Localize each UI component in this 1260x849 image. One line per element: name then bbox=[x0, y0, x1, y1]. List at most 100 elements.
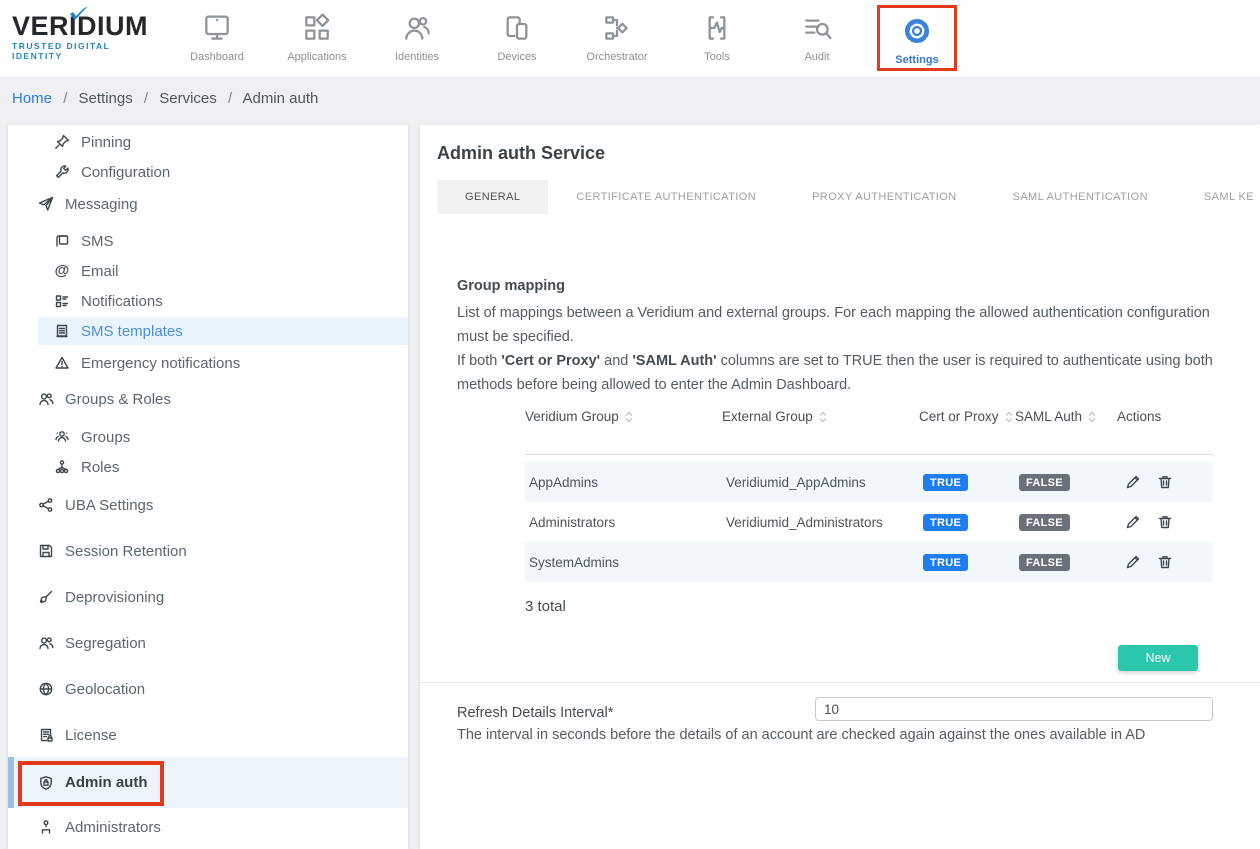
sidebar-item-sms[interactable]: SMS bbox=[8, 226, 408, 256]
column-header-veridium-group[interactable]: Veridium Group bbox=[525, 407, 722, 424]
delete-icon[interactable] bbox=[1157, 514, 1173, 530]
sms-icon bbox=[53, 233, 71, 249]
sidebar-item-label: SMS bbox=[81, 233, 114, 250]
nav-item-orchestrator[interactable]: Orchestrator bbox=[567, 5, 667, 71]
sidebar-item-emergency-notifications[interactable]: Emergency notifications bbox=[8, 348, 408, 378]
sidebar-item-deprovisioning[interactable]: Deprovisioning bbox=[8, 582, 408, 612]
nav-label: Orchestrator bbox=[586, 51, 647, 63]
nav-item-tools[interactable]: Tools bbox=[667, 5, 767, 71]
nav-item-identities[interactable]: Identities bbox=[367, 5, 467, 71]
sidebar-item-administrators[interactable]: Administrators bbox=[8, 812, 408, 842]
breadcrumb-services[interactable]: Services bbox=[159, 90, 217, 107]
nav-item-applications[interactable]: Applications bbox=[267, 5, 367, 71]
nav-label: Applications bbox=[287, 51, 346, 63]
nav-item-devices[interactable]: Devices bbox=[467, 5, 567, 71]
sidebar-item-geolocation[interactable]: Geolocation bbox=[8, 674, 408, 704]
edit-icon[interactable] bbox=[1125, 514, 1141, 530]
column-header-actions: Actions bbox=[1117, 407, 1213, 424]
logo-check-icon bbox=[68, 6, 90, 22]
breadcrumb-current: Admin auth bbox=[242, 90, 318, 107]
sidebar-item-label: Notifications bbox=[81, 293, 163, 310]
sidebar-item-label: Groups bbox=[81, 429, 130, 446]
veridium-logo: VERIDIUM TRUSTED DIGITAL IDENTITY bbox=[12, 12, 162, 61]
tab-certificate-authentication[interactable]: CERTIFICATE AUTHENTICATION bbox=[548, 180, 784, 214]
sidebar-item-label: Pinning bbox=[81, 134, 131, 151]
active-item-accent-bar bbox=[8, 757, 14, 808]
tab-saml-keys[interactable]: SAML KE bbox=[1176, 180, 1260, 214]
send-icon bbox=[37, 196, 55, 212]
identities-icon bbox=[401, 10, 433, 46]
tools-icon bbox=[701, 10, 733, 46]
edit-icon[interactable] bbox=[1125, 554, 1141, 570]
sidebar-item-segregation[interactable]: Segregation bbox=[8, 628, 408, 658]
sort-icon[interactable] bbox=[1004, 410, 1014, 424]
sidebar-item-label: Email bbox=[81, 263, 119, 280]
column-label: SAML Auth bbox=[1015, 409, 1082, 424]
sidebar-item-messaging[interactable]: Messaging bbox=[8, 189, 408, 219]
status-badge-true: TRUE bbox=[923, 474, 968, 491]
sidebar-item-groups-roles[interactable]: Groups & Roles bbox=[8, 384, 408, 414]
column-label: External Group bbox=[722, 409, 813, 424]
column-header-cert-or-proxy[interactable]: Cert or Proxy bbox=[919, 407, 1015, 424]
column-header-saml-auth[interactable]: SAML Auth bbox=[1015, 407, 1117, 424]
status-badge-false: FALSE bbox=[1019, 554, 1070, 571]
delete-icon[interactable] bbox=[1157, 554, 1173, 570]
page-title: Admin auth Service bbox=[437, 143, 605, 164]
admin-person-icon bbox=[37, 819, 55, 835]
tab-general[interactable]: GENERAL bbox=[437, 180, 548, 214]
tab-saml-authentication[interactable]: SAML AUTHENTICATION bbox=[985, 180, 1176, 214]
sidebar-item-notifications[interactable]: Notifications bbox=[8, 286, 408, 316]
devices-icon bbox=[501, 10, 533, 46]
sidebar-item-admin-auth[interactable]: Admin auth bbox=[8, 757, 408, 808]
tab-proxy-authentication[interactable]: PROXY AUTHENTICATION bbox=[784, 180, 985, 214]
refresh-interval-label: Refresh Details Interval* bbox=[457, 705, 613, 721]
nav-item-settings[interactable]: Settings bbox=[877, 5, 957, 71]
nav-label: Devices bbox=[497, 51, 536, 63]
users-icon bbox=[37, 391, 55, 407]
column-label: Veridium Group bbox=[525, 409, 619, 424]
breadcrumb-home-link[interactable]: Home bbox=[12, 90, 52, 107]
sidebar-item-license[interactable]: License bbox=[8, 720, 408, 750]
breadcrumb-settings[interactable]: Settings bbox=[79, 90, 133, 107]
cell-veridium-group: Administrators bbox=[525, 515, 722, 530]
column-label: Cert or Proxy bbox=[919, 409, 999, 424]
settings-sidebar: Pinning Configuration Messaging SMS @ Em… bbox=[8, 125, 408, 849]
refresh-interval-input[interactable] bbox=[815, 697, 1213, 721]
status-badge-false: FALSE bbox=[1019, 474, 1070, 491]
new-button[interactable]: New bbox=[1118, 645, 1198, 671]
sort-icon[interactable] bbox=[1087, 410, 1097, 424]
sidebar-item-sms-templates[interactable]: SMS templates bbox=[38, 317, 408, 345]
wrench-icon bbox=[53, 164, 71, 180]
edit-icon[interactable] bbox=[1125, 474, 1141, 490]
sort-icon[interactable] bbox=[818, 410, 828, 424]
table-row: SystemAdmins TRUE FALSE bbox=[525, 542, 1213, 582]
table-header-row: Veridium Group External Group Cert or Pr… bbox=[525, 407, 1213, 455]
sidebar-item-configuration[interactable]: Configuration bbox=[8, 157, 408, 187]
table-row: AppAdmins Veridiumid_AppAdmins TRUE FALS… bbox=[525, 462, 1213, 502]
group-mapping-desc-line1: List of mappings between a Veridium and … bbox=[457, 305, 1210, 345]
table-row: Administrators Veridiumid_Administrators… bbox=[525, 502, 1213, 542]
sort-icon[interactable] bbox=[624, 410, 634, 424]
sidebar-item-email[interactable]: @ Email bbox=[8, 256, 408, 286]
globe-icon bbox=[37, 681, 55, 697]
cell-external-group: Veridiumid_AppAdmins bbox=[722, 475, 919, 490]
nav-item-audit[interactable]: Audit bbox=[767, 5, 867, 71]
applications-icon bbox=[301, 10, 333, 46]
nav-label: Dashboard bbox=[190, 51, 244, 63]
save-icon bbox=[37, 543, 55, 559]
delete-icon[interactable] bbox=[1157, 474, 1173, 490]
primary-nav: Dashboard Applications Identities Device… bbox=[167, 5, 967, 71]
sidebar-item-session-retention[interactable]: Session Retention bbox=[8, 536, 408, 566]
column-header-external-group[interactable]: External Group bbox=[722, 407, 919, 424]
sidebar-item-uba-settings[interactable]: UBA Settings bbox=[8, 490, 408, 520]
sidebar-item-pinning[interactable]: Pinning bbox=[8, 127, 408, 157]
sidebar-item-roles[interactable]: Roles bbox=[8, 452, 408, 482]
nav-item-dashboard[interactable]: Dashboard bbox=[167, 5, 267, 71]
list-icon bbox=[53, 293, 71, 309]
sidebar-item-label: Messaging bbox=[65, 196, 138, 213]
sidebar-item-label: UBA Settings bbox=[65, 497, 153, 514]
sidebar-item-label: Geolocation bbox=[65, 681, 145, 698]
sidebar-item-label: Roles bbox=[81, 459, 119, 476]
desc2-mid: and bbox=[600, 353, 632, 369]
sidebar-item-groups[interactable]: Groups bbox=[8, 422, 408, 452]
